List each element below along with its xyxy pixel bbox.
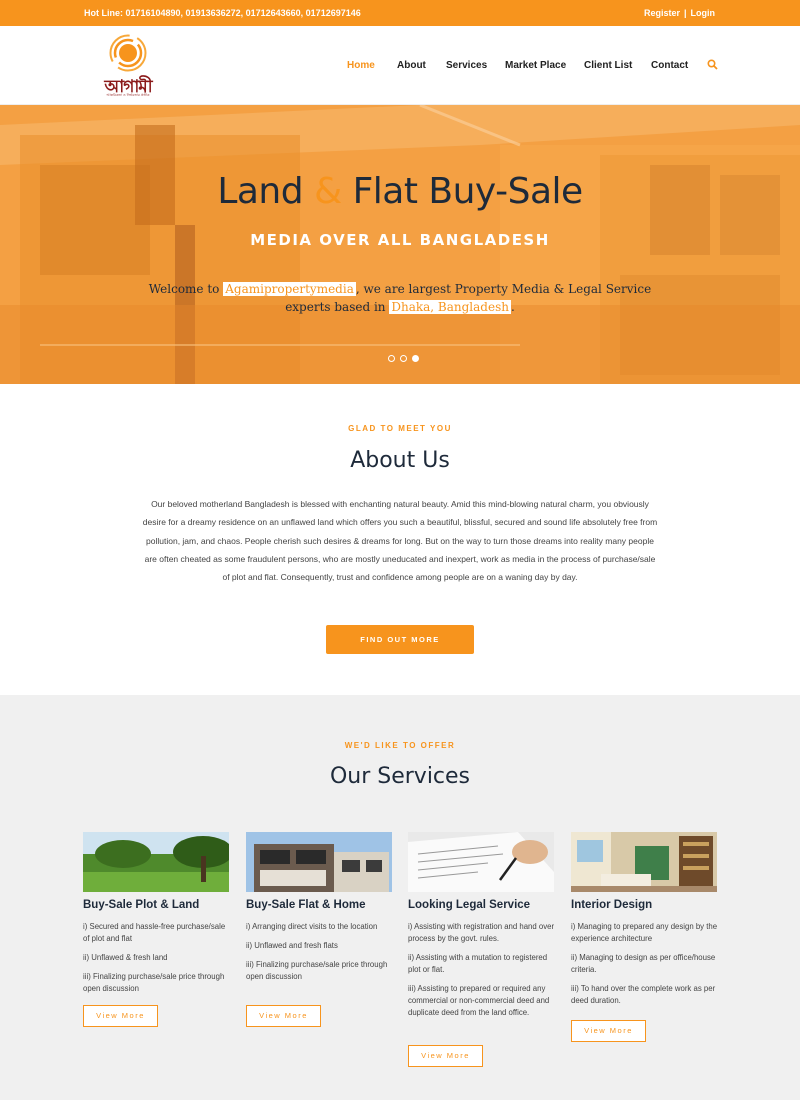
slider-dot[interactable] [388,355,395,362]
service-item: i) Arranging direct visits to the locati… [246,922,378,931]
view-more-button[interactable]: View More [83,1005,158,1027]
search-icon[interactable] [707,59,718,73]
top-bar: Hot Line: 01716104890, 01913636272, 0171… [0,0,800,26]
service-card-list: i) Secured and hassle-free purchase/sale… [83,921,231,1002]
auth-separator: | [683,8,687,18]
nav-item-services[interactable]: Services [446,60,487,71]
main-nav: Home About Services Market Place Client … [0,59,800,76]
service-item: ii) Unflawed & fresh land [83,953,168,962]
building-photo-icon [246,832,392,892]
interior-room-photo-icon [571,832,717,892]
slider-dots [388,355,428,365]
service-item: ii) Managing to design as per office/hou… [571,953,716,974]
service-item: i) Assisting with registration and hand … [408,922,555,943]
services-section: WE'D LIKE TO OFFER Our Services Buy-Sale… [0,695,800,1100]
hero-slider: Land & Flat Buy-Sale MEDIA OVER ALL BANG… [0,105,800,384]
service-item: ii) Unflawed and fresh flats [246,941,338,950]
auth-links: Register | Login [644,8,715,18]
hero-text-part: Welcome to [148,282,220,296]
view-more-button[interactable]: View More [408,1045,483,1067]
hero-title: Land & Flat Buy-Sale [0,171,800,212]
hero-subtitle: MEDIA OVER ALL BANGLADESH [250,231,550,249]
document-signing-photo-icon [408,832,554,892]
hotline-text: Hot Line: 01716104890, 01913636272, 0171… [84,8,361,18]
hero-highlight-brand: Agamipropertymedia [223,282,356,296]
land-photo-icon [83,832,229,892]
service-item: iii) Finalizing purchase/sale price thro… [83,972,225,993]
find-out-more-button[interactable]: FIND OUT MORE [326,625,474,654]
service-card-title: Buy-Sale Plot & Land [83,899,200,911]
view-more-button[interactable]: View More [246,1005,321,1027]
login-link[interactable]: Login [691,8,716,18]
service-item: i) Managing to prepared any design by th… [571,922,718,943]
hero-text-part: . [510,300,515,314]
nav-item-home[interactable]: Home [347,60,375,71]
hero-title-ampersand: & [314,171,342,212]
service-card-list: i) Managing to prepared any design by th… [571,921,719,1014]
services-title: Our Services [329,764,471,789]
service-card-title: Looking Legal Service [408,899,531,911]
nav-item-contact[interactable]: Contact [651,60,688,71]
service-item: iii) Assisting to prepared or required a… [408,984,550,1017]
logo-tagline: আন্তরিকতা ও নির্ভরতার প্রতীক [106,93,150,97]
nav-item-client-list[interactable]: Client List [584,60,632,71]
service-item: i) Secured and hassle-free purchase/sale… [83,922,226,943]
register-link[interactable]: Register [644,8,680,18]
hero-highlight-location: Dhaka, Bangladesh [389,300,511,314]
hero-description: Welcome to Agamipropertymedia, we are la… [130,280,670,316]
service-card-list: i) Assisting with registration and hand … [408,921,556,1026]
site-header: আগামী আন্তরিকতা ও নির্ভরতার প্রতীক Home … [0,26,800,105]
slider-dot[interactable] [400,355,407,362]
about-eyebrow: GLAD TO MEET YOU [348,424,452,433]
about-body: Our beloved motherland Bangladesh is ble… [142,499,658,583]
about-title: About Us [350,448,450,473]
nav-item-market-place[interactable]: Market Place [505,60,566,71]
service-item: iii) Finalizing purchase/sale price thro… [246,960,388,981]
service-card-title: Interior Design [571,899,653,911]
hero-title-part1: Land [217,171,304,212]
nav-item-about[interactable]: About [397,60,426,71]
service-card-title: Buy-Sale Flat & Home [246,899,366,911]
slider-dot-active[interactable] [412,355,419,362]
service-item: iii) To hand over the complete work as p… [571,984,716,1005]
services-eyebrow: WE'D LIKE TO OFFER [344,741,456,750]
view-more-button[interactable]: View More [571,1020,646,1042]
service-item: ii) Assisting with a mutation to registe… [408,953,548,974]
hero-title-part2: Flat Buy-Sale [352,171,584,212]
service-card-list: i) Arranging direct visits to the locati… [246,921,394,990]
